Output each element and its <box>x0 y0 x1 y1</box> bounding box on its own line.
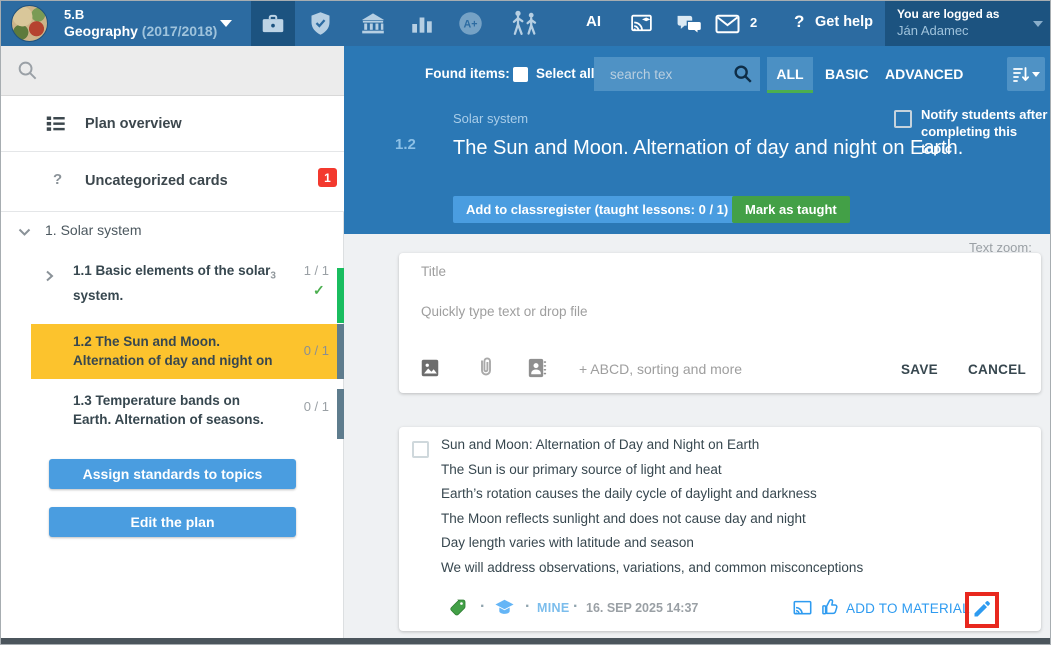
notify-students-label: Notify students after completing this to… <box>921 106 1049 157</box>
card-line: The Moon reflects sunlight and does not … <box>441 507 1021 532</box>
edit-plan-button[interactable]: Edit the plan <box>49 507 296 537</box>
assign-standards-button[interactable]: Assign standards to topics <box>49 459 296 489</box>
mail-count-badge: 2 <box>750 15 757 30</box>
uncategorized-label: Uncategorized cards <box>85 173 228 189</box>
taught-check-icon: ✓ <box>313 282 325 299</box>
breadcrumb: Solar system <box>453 111 528 126</box>
card-line: Sun and Moon: Alternation of Day and Nig… <box>441 433 1021 458</box>
add-to-material-link[interactable]: ADD TO MATERIAL <box>846 601 970 616</box>
insert-image-icon[interactable] <box>419 357 441 379</box>
cancel-button[interactable]: CANCEL <box>968 362 1026 377</box>
results-chart-icon[interactable] <box>409 11 435 37</box>
dot-separator <box>480 598 485 616</box>
standards-bank-icon[interactable] <box>358 10 388 37</box>
card-line: Earth’s rotation causes the daily cycle … <box>441 482 1021 507</box>
dot-separator <box>525 598 530 616</box>
card-select-checkbox[interactable] <box>412 441 429 458</box>
svg-text:A+: A+ <box>464 19 478 31</box>
ai-menu-label[interactable]: AI <box>586 13 601 30</box>
graduation-cap-icon[interactable] <box>494 598 515 617</box>
cast-lesson-icon[interactable] <box>628 11 655 36</box>
sidebar-search-bar <box>1 46 344 96</box>
add-to-classregister-button[interactable]: Add to classregister (taught lessons: 0 … <box>453 196 741 223</box>
tab-advanced[interactable]: ADVANCED <box>885 66 963 82</box>
search-icon[interactable] <box>732 63 754 85</box>
progress-count: 0 / 1 <box>289 399 329 414</box>
briefcase-icon <box>260 11 286 37</box>
subject-name: Geography <box>64 23 138 39</box>
excursion-walkers-icon[interactable] <box>506 8 542 38</box>
mark-as-taught-button[interactable]: Mark as taught <box>732 196 850 223</box>
progress-count: 0 / 1 <box>289 343 329 358</box>
mail-icon[interactable] <box>714 13 741 35</box>
tab-all[interactable]: ALL <box>767 57 813 93</box>
thumbs-up-icon[interactable] <box>820 597 840 618</box>
card-body-placeholder[interactable]: Quickly type text or drop file <box>421 304 588 319</box>
card-count-sub: 3 <box>270 271 276 282</box>
user-name: Ján Adamec <box>897 23 969 38</box>
list-icon <box>45 113 66 134</box>
get-help-link[interactable]: Get help <box>815 14 873 30</box>
sidebar-item-label: 1.2 The Sun and Moon. Alternation of day… <box>73 332 303 370</box>
status-bar-pending <box>337 324 344 379</box>
plan-overview-label: Plan overview <box>85 116 182 132</box>
topic-number: 1.2 <box>395 136 416 153</box>
card-line: The Sun is our primary source of light a… <box>441 458 1021 483</box>
select-all-checkbox[interactable] <box>513 67 528 82</box>
topic-section-label[interactable]: 1. Solar system <box>45 222 141 238</box>
nav-plans-briefcase-active[interactable] <box>251 1 295 46</box>
chat-bubbles-icon[interactable] <box>675 11 704 37</box>
bottom-bar <box>1 638 1051 645</box>
tab-basic[interactable]: BASIC <box>825 66 869 82</box>
notify-students-checkbox[interactable] <box>894 110 912 128</box>
status-bar-pending <box>337 389 344 439</box>
select-all-label[interactable]: Select all <box>536 66 595 81</box>
search-icon <box>16 59 39 82</box>
card-text-block: Sun and Moon: Alternation of Day and Nig… <box>441 433 1021 581</box>
school-year: (2017/2018) <box>142 23 218 39</box>
dot-separator <box>573 598 578 616</box>
card-timestamp: 16. SEP 2025 14:37 <box>586 601 698 615</box>
attach-file-icon[interactable] <box>473 355 497 381</box>
sort-button[interactable] <box>1007 57 1045 91</box>
class-dropdown-caret-icon[interactable] <box>220 20 232 27</box>
sidebar-item-label: 1.3 Temperature bands on Earth. Alternat… <box>73 391 289 429</box>
card-title-placeholder[interactable]: Title <box>421 264 446 279</box>
sort-icon <box>1013 66 1029 83</box>
chevron-down-icon[interactable] <box>17 226 32 238</box>
subject-title: Geography (2017/2018) <box>64 23 217 39</box>
class-name: 5.B <box>64 7 84 22</box>
logged-as-label: You are logged as <box>897 7 999 21</box>
found-items-label: Found items: 1 <box>425 66 521 81</box>
status-bar-done <box>337 268 344 323</box>
app-window: 5.B Geography (2017/2018) A+ AI 2 ? Get … <box>0 0 1051 645</box>
grades-a-plus-icon[interactable]: A+ <box>457 10 484 37</box>
cast-card-icon[interactable] <box>792 599 813 618</box>
caret-down-icon <box>1032 72 1040 77</box>
edit-pencil-icon[interactable] <box>972 599 992 619</box>
shield-check-icon[interactable] <box>307 10 334 37</box>
chevron-right-icon[interactable] <box>44 269 55 283</box>
sidebar-item-label: 1.1 Basic elements of the solar3 system. <box>73 261 289 305</box>
more-tools-button[interactable]: + ABCD, sorting and more <box>579 361 742 377</box>
progress-count: 1 / 1 <box>289 263 329 278</box>
help-question-icon[interactable]: ? <box>794 12 804 32</box>
card-line: We will address observations, variations… <box>441 556 1021 581</box>
question-mark-icon: ? <box>53 171 62 188</box>
tag-icon[interactable] <box>448 598 467 617</box>
owner-badge: MINE <box>537 601 569 615</box>
uncategorized-count-badge: 1 <box>318 168 337 187</box>
contacts-card-icon[interactable] <box>525 356 548 380</box>
card-line: Day length varies with latitude and seas… <box>441 531 1021 556</box>
save-button[interactable]: SAVE <box>901 362 938 377</box>
card-search-input[interactable] <box>610 64 722 84</box>
user-dropdown-caret-icon <box>1033 21 1043 27</box>
class-logo-avatar[interactable] <box>11 5 48 42</box>
